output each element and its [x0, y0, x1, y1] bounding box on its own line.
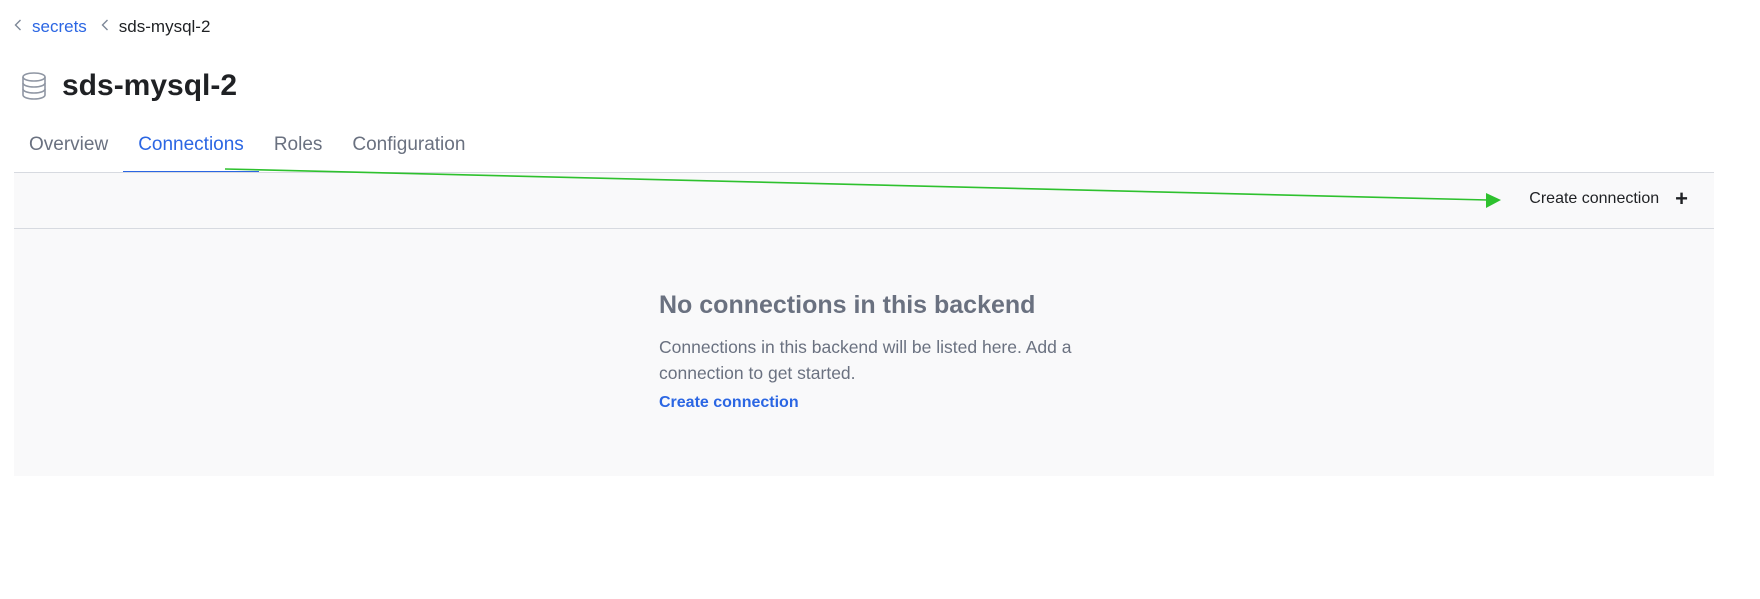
empty-state-title: No connections in this backend	[659, 291, 1036, 319]
chevron-left-icon	[14, 18, 24, 36]
breadcrumb: secrets sds-mysql-2	[14, 17, 210, 37]
page-header: sds-mysql-2	[20, 68, 237, 104]
chevron-left-icon	[101, 18, 111, 36]
create-connection-label: Create connection	[1529, 190, 1660, 207]
page-title: sds-mysql-2	[62, 69, 238, 102]
tab-roles[interactable]: Roles	[259, 122, 338, 172]
breadcrumb-current: sds-mysql-2	[118, 17, 211, 36]
tab-overview[interactable]: Overview	[14, 122, 123, 172]
empty-state: No connections in this backend Connectio…	[659, 290, 1079, 412]
plus-icon: +	[1675, 186, 1688, 211]
breadcrumb-link-secrets[interactable]: secrets	[32, 17, 87, 37]
create-connection-button[interactable]: Create connection +	[1529, 186, 1688, 211]
empty-state-message: Connections in this backend will be list…	[659, 337, 1072, 383]
database-icon	[20, 71, 48, 101]
tab-configuration[interactable]: Configuration	[337, 122, 480, 172]
tab-connections[interactable]: Connections	[123, 122, 259, 173]
empty-state-panel: No connections in this backend Connectio…	[14, 229, 1714, 476]
toolbar: Create connection +	[14, 172, 1714, 229]
create-connection-link[interactable]: Create connection	[659, 394, 799, 411]
tab-bar: Overview Connections Roles Configuration	[14, 122, 1714, 173]
